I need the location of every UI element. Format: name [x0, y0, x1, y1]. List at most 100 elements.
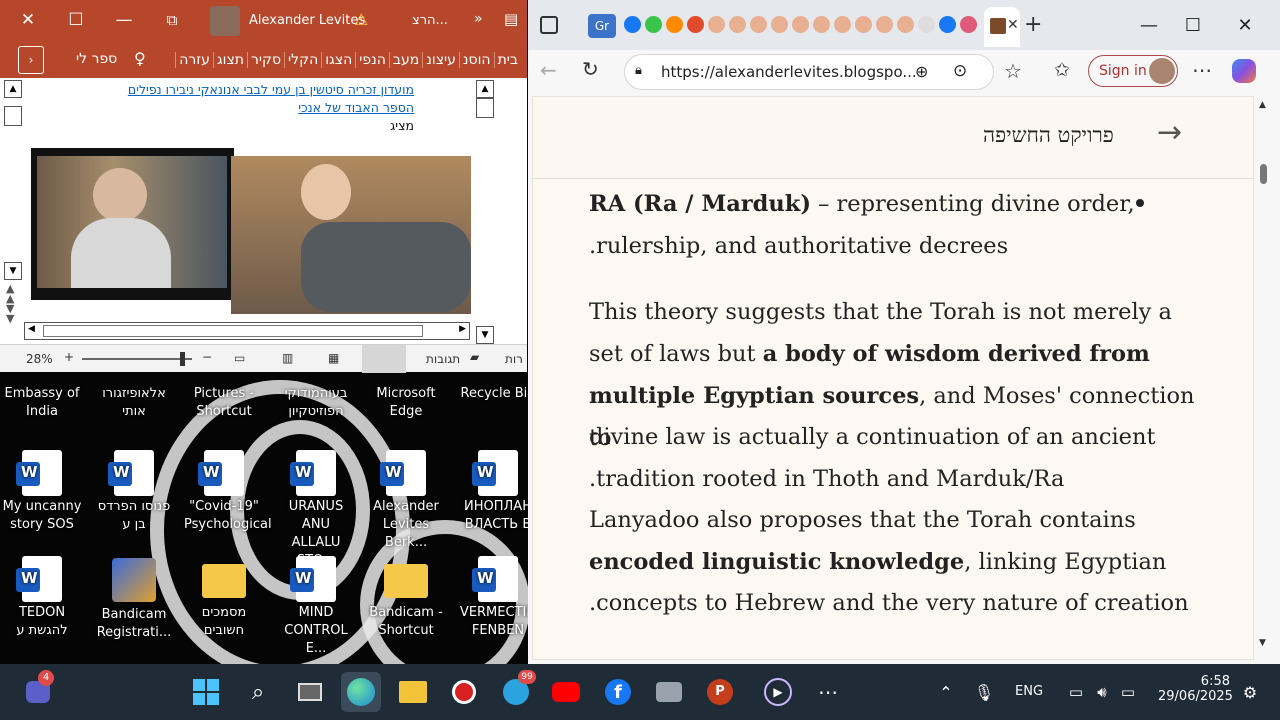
youtube-icon[interactable]	[546, 672, 586, 712]
battery-icon[interactable]: ▭	[1108, 672, 1148, 712]
scroll-up-icon[interactable]: ▲	[476, 80, 494, 98]
media-player-icon[interactable]: ▶	[758, 672, 798, 712]
record-icon[interactable]	[444, 672, 484, 712]
desktop-icon[interactable]: W TEDON להגשת ע	[2, 556, 82, 640]
zoom-out-icon[interactable]: −	[202, 350, 212, 364]
refresh-icon[interactable]: ↻	[582, 57, 599, 81]
zoom-level[interactable]: 28%	[26, 352, 53, 366]
tab-favicon-icon[interactable]	[666, 16, 683, 33]
ribbon-tab[interactable]: בית	[493, 52, 521, 68]
chevron-double-icon[interactable]: »	[474, 11, 483, 27]
focus-icon[interactable]: ▭	[234, 351, 245, 365]
page-nav-icon[interactable]: ▲ ▲ ▼ ▼	[6, 283, 14, 324]
ribbon-tab[interactable]: תצוג	[212, 52, 247, 68]
tab-favicon-icon[interactable]	[855, 16, 872, 33]
ribbon-tab[interactable]: עיצונ	[422, 52, 459, 68]
page-scrollbar[interactable]: ▲ ▼	[1254, 96, 1276, 660]
teams-icon[interactable]: 4	[18, 670, 58, 712]
desktop-icon[interactable]: Recycle Bin	[458, 385, 538, 403]
tab-favicon-icon[interactable]	[813, 16, 830, 33]
tab-favicon-icon[interactable]	[792, 16, 809, 33]
web-layout-icon[interactable]: ▦	[328, 351, 339, 365]
facebook-icon[interactable]: f	[598, 672, 638, 712]
save-icon[interactable]: ▤	[504, 10, 518, 28]
desktop-icon[interactable]: מסמכים חשובים	[184, 556, 264, 640]
favorite-star-icon[interactable]: ☆	[1004, 59, 1022, 83]
print-layout-icon[interactable]	[362, 345, 406, 373]
desktop-icon[interactable]: W פנוסו הפרדס בן ע	[94, 450, 174, 534]
vertical-scroll-thumb[interactable]	[476, 98, 494, 118]
search-icon[interactable]: ⌕	[238, 672, 278, 712]
ribbon-tab[interactable]: סקיר	[246, 52, 284, 68]
favorites-icon[interactable]: ✩	[1054, 59, 1070, 81]
tab-favicon-icon[interactable]	[834, 16, 851, 33]
ribbon-scroll-button[interactable]: ›	[18, 46, 44, 74]
account-name[interactable]: Alexander Levites	[249, 13, 365, 28]
powerpoint-icon[interactable]: P	[700, 672, 740, 712]
tab-favicon-icon[interactable]	[918, 16, 935, 33]
tab-favicon-icon[interactable]	[687, 16, 704, 33]
lock-icon[interactable]: 🔒︎	[635, 63, 642, 78]
sign-in-button[interactable]: Sign in	[1088, 55, 1178, 87]
tab-actions-icon[interactable]	[540, 16, 558, 34]
desktop-icon[interactable]: W VERMECTIN FENBEN	[458, 556, 538, 640]
tab-favicon-icon[interactable]	[960, 16, 977, 33]
back-icon[interactable]: ←	[540, 58, 557, 82]
edge-icon[interactable]	[341, 672, 381, 712]
document-title[interactable]: הרצ...	[412, 13, 448, 28]
close-tab-icon[interactable]: ✕	[1007, 17, 1019, 33]
desktop-icon[interactable]: בעוהמודוקי הפוזיטקיון	[276, 385, 356, 421]
comment-icon[interactable]: ▰	[470, 350, 479, 364]
desktop-icon[interactable]: W My uncanny story SOS	[2, 450, 82, 534]
comments-label[interactable]: תגובות	[426, 352, 460, 366]
ribbon-tab[interactable]: הקלי	[284, 52, 321, 68]
read-mode-icon[interactable]: ▥	[282, 351, 293, 365]
restore-icon[interactable]: ☐	[54, 0, 98, 40]
avatar[interactable]	[210, 6, 240, 36]
maximize-icon[interactable]: ☐	[1170, 6, 1216, 44]
tab-favicon-icon[interactable]	[771, 16, 788, 33]
ribbon-tab[interactable]: הצגו	[321, 52, 355, 68]
warning-icon[interactable]: ⚠	[354, 10, 368, 29]
tell-me-label[interactable]: ספר לי	[76, 51, 117, 67]
tab-group[interactable]: Gr	[588, 14, 616, 38]
tab-favicon-icon[interactable]	[708, 16, 725, 33]
ribbon-tab[interactable]: הוסנ	[458, 52, 494, 68]
tab-favicon-icon[interactable]	[939, 16, 956, 33]
more-options-icon[interactable]: ⊙	[953, 61, 967, 81]
zoom-icon[interactable]: ⊕	[915, 62, 928, 81]
desktop-icon[interactable]: W ИНОПЛАН ВЛАСТЬ В	[458, 450, 538, 534]
page-header-title[interactable]: פרויקט החשיפה	[983, 123, 1114, 148]
start-icon[interactable]	[186, 672, 226, 712]
language-indicator[interactable]: ENG	[1015, 684, 1043, 699]
scroll-thumb[interactable]	[1260, 164, 1267, 184]
ribbon-display-icon[interactable]: ⧉	[150, 0, 194, 40]
desktop-icon[interactable]: Microsoft Edge	[366, 385, 446, 421]
tab-favicon-icon[interactable]	[624, 16, 641, 33]
tab-favicon-icon[interactable]	[750, 16, 767, 33]
chevron-up-icon[interactable]: ⌃	[926, 672, 966, 712]
telegram-icon[interactable]: 99	[496, 670, 536, 712]
doc-link[interactable]: מועדון זכריה סיטשין בן עמי לבבי אנונאקי …	[128, 82, 414, 97]
close-icon[interactable]: ✕	[1222, 6, 1268, 44]
ribbon-tab[interactable]: מעב	[388, 52, 422, 68]
desktop-icon[interactable]: WURANUS ANU ALLALU STO...	[276, 450, 356, 570]
scroll-down-icon[interactable]: ▼	[4, 262, 22, 280]
settings-more-icon[interactable]: ⋯	[1192, 58, 1212, 82]
clock[interactable]: 6:58 29/06/2025	[1158, 674, 1233, 704]
minimize-icon[interactable]: —	[1126, 6, 1172, 44]
scroll-up-icon[interactable]: ▲	[4, 80, 22, 98]
lightbulb-icon[interactable]: ♀	[134, 49, 146, 68]
close-icon[interactable]: ✕	[6, 0, 50, 40]
desktop-icon[interactable]: Embassy of India	[2, 385, 82, 421]
active-tab[interactable]: ✕	[984, 7, 1020, 47]
desktop-icon[interactable]: Bandicam - Shortcut	[366, 556, 446, 640]
tab-favicon-icon[interactable]	[729, 16, 746, 33]
scroll-down-icon[interactable]: ▼	[476, 326, 494, 344]
address-bar[interactable]: 🔒︎ https://alexanderlevites.blogspo... ⊕…	[624, 54, 994, 90]
desktop-icon[interactable]: Pictures - Shortcut	[184, 385, 264, 421]
ribbon-tab[interactable]: עזרה	[175, 52, 213, 68]
ribbon-tab[interactable]: הנפי	[355, 52, 389, 68]
url-text[interactable]: https://alexanderlevites.blogspo...	[661, 63, 917, 81]
tab-favicon-icon[interactable]	[876, 16, 893, 33]
